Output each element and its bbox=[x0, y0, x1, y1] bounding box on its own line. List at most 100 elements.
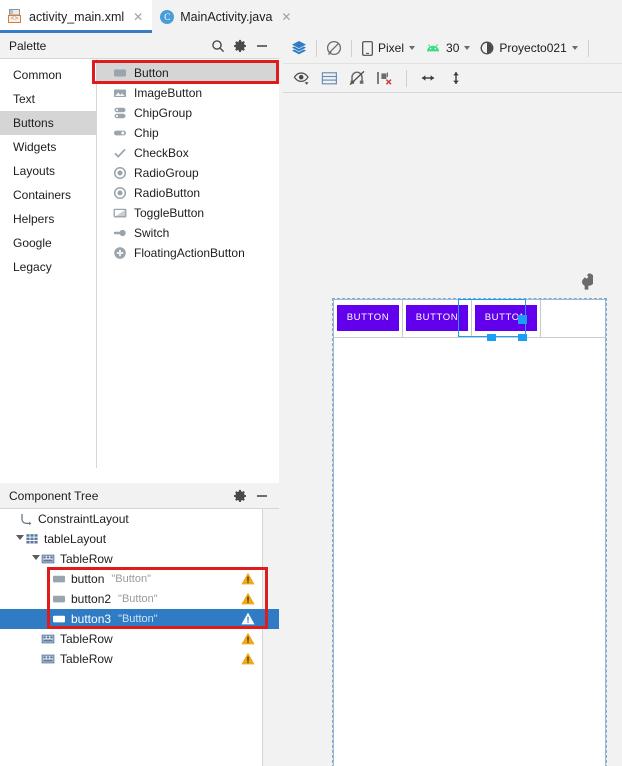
annotation-box-tree-buttons bbox=[47, 567, 268, 629]
preview-button-2[interactable]: BUTTON bbox=[406, 305, 468, 331]
floating-action-button-icon bbox=[113, 246, 127, 260]
palette-item-radiogroup[interactable]: RadioGroup bbox=[97, 163, 279, 183]
category-label: Text bbox=[13, 92, 36, 106]
palette-item-checkbox[interactable]: CheckBox bbox=[97, 143, 279, 163]
chevron-down-icon bbox=[571, 46, 578, 50]
minimize-icon[interactable] bbox=[251, 35, 273, 57]
palette-item-label: Chip bbox=[134, 126, 159, 140]
layers-icon[interactable] bbox=[287, 36, 311, 60]
design-canvas[interactable]: BUTTON BUTTON BUTTON bbox=[283, 93, 622, 766]
design-mode-icon[interactable] bbox=[322, 36, 346, 60]
radio-group-icon bbox=[113, 166, 127, 180]
gear-icon[interactable] bbox=[229, 35, 251, 57]
tree-node-label: TableRow bbox=[60, 552, 113, 566]
autoconnect-off-icon[interactable] bbox=[345, 66, 369, 90]
palette-item-label: Switch bbox=[134, 226, 170, 240]
checkbox-icon bbox=[113, 146, 127, 160]
component-tree-panel: Component Tree ConstraintLayout tableLay… bbox=[0, 483, 279, 766]
expand-horizontally-icon[interactable] bbox=[416, 66, 440, 90]
resize-handle-right[interactable] bbox=[518, 315, 527, 324]
palette-item-radiobutton[interactable]: RadioButton bbox=[97, 183, 279, 203]
theme-selector[interactable]: Proyecto021 bbox=[475, 36, 582, 60]
palette-item-label: ImageButton bbox=[134, 86, 203, 100]
category-label: Legacy bbox=[13, 260, 52, 274]
tab-close-icon[interactable]: ✕ bbox=[281, 11, 291, 23]
palette-category-helpers[interactable]: Helpers bbox=[0, 207, 96, 231]
table-cell-3[interactable]: BUTTON bbox=[472, 300, 541, 337]
table-row-preview: BUTTON BUTTON BUTTON bbox=[334, 300, 541, 337]
annotation-box-palette-button bbox=[92, 60, 279, 84]
chevron-down-icon[interactable] bbox=[14, 529, 25, 549]
palette-category-layouts[interactable]: Layouts bbox=[0, 159, 96, 183]
component-tree-header: Component Tree bbox=[0, 483, 279, 509]
tab-activity-main-xml[interactable]: <> activity_main.xml ✕ bbox=[0, 0, 153, 33]
chip-group-icon bbox=[113, 106, 127, 120]
gear-icon[interactable] bbox=[229, 485, 251, 507]
radio-button-icon bbox=[113, 186, 127, 200]
table-row-icon bbox=[41, 632, 55, 646]
switch-icon bbox=[113, 226, 127, 240]
api-level-selector[interactable]: 30 bbox=[420, 36, 475, 60]
tab-mainactivity-java[interactable]: C MainActivity.java ✕ bbox=[152, 0, 300, 33]
warning-icon[interactable] bbox=[241, 652, 255, 665]
palette-item-label: CheckBox bbox=[134, 146, 189, 160]
toolbar-separator bbox=[316, 39, 317, 57]
tree-node-constraintlayout[interactable]: ConstraintLayout bbox=[0, 509, 279, 529]
warning-icon[interactable] bbox=[241, 632, 255, 645]
design-toolbar-secondary bbox=[283, 64, 622, 93]
blueprint-icon[interactable] bbox=[317, 66, 341, 90]
palette-item-togglebutton[interactable]: ToggleButton bbox=[97, 203, 279, 223]
category-label: Containers bbox=[13, 188, 72, 202]
design-toolbar-primary: Pixel 30 Proyecto021 bbox=[283, 33, 622, 64]
palette-category-containers[interactable]: Containers bbox=[0, 183, 96, 207]
device-preview-frame[interactable]: BUTTON BUTTON BUTTON bbox=[332, 298, 607, 766]
palette-item-chip[interactable]: Chip bbox=[97, 123, 279, 143]
palette-category-common[interactable]: Common bbox=[0, 63, 96, 87]
clear-constraints-icon[interactable] bbox=[373, 66, 397, 90]
resize-handle-bottom-right[interactable] bbox=[518, 334, 527, 341]
preview-button-3[interactable]: BUTTON bbox=[475, 305, 537, 331]
palette-item-floatingactionbutton[interactable]: FloatingActionButton bbox=[97, 243, 279, 263]
theme-label: Proyecto021 bbox=[499, 41, 567, 55]
category-label: Widgets bbox=[13, 140, 57, 154]
design-surface: Pixel 30 Proyecto021 BUTTON BUTTON BUTTO… bbox=[283, 33, 622, 766]
theme-icon bbox=[480, 41, 494, 55]
category-label: Common bbox=[13, 68, 62, 82]
category-label: Google bbox=[13, 236, 52, 250]
tree-node-label: TableRow bbox=[60, 652, 113, 666]
palette-category-widgets[interactable]: Widgets bbox=[0, 135, 96, 159]
tree-expander-placeholder bbox=[30, 649, 41, 669]
chevron-down-icon[interactable] bbox=[30, 549, 41, 569]
palette-category-legacy[interactable]: Legacy bbox=[0, 255, 96, 279]
tab-close-icon[interactable]: ✕ bbox=[133, 11, 143, 23]
tree-node-tablerow-2[interactable]: TableRow bbox=[0, 629, 279, 649]
device-selector[interactable]: Pixel bbox=[357, 36, 420, 60]
search-icon[interactable] bbox=[207, 35, 229, 57]
minimize-icon[interactable] bbox=[251, 485, 273, 507]
chevron-down-icon bbox=[464, 46, 471, 50]
wrench-icon[interactable] bbox=[580, 273, 593, 290]
palette-item-chipgroup[interactable]: ChipGroup bbox=[97, 103, 279, 123]
palette-item-list: Button ImageButton ChipGroup Chip CheckB… bbox=[92, 59, 279, 468]
java-class-icon: C bbox=[160, 9, 175, 24]
phone-icon bbox=[362, 40, 373, 56]
table-row-icon bbox=[41, 552, 55, 566]
palette-category-buttons[interactable]: Buttons bbox=[0, 111, 96, 135]
table-cell-2[interactable]: BUTTON bbox=[403, 300, 472, 337]
palette-body: Common Text Buttons Widgets Layouts Cont… bbox=[0, 59, 279, 468]
tree-node-label: TableRow bbox=[60, 632, 113, 646]
expand-vertically-icon[interactable] bbox=[444, 66, 468, 90]
resize-handle-bottom[interactable] bbox=[487, 334, 496, 341]
tree-node-tablerow-1[interactable]: TableRow bbox=[0, 549, 279, 569]
palette-item-imagebutton[interactable]: ImageButton bbox=[97, 83, 279, 103]
palette-category-text[interactable]: Text bbox=[0, 87, 96, 111]
tree-node-tablelayout[interactable]: tableLayout bbox=[0, 529, 279, 549]
view-options-icon[interactable] bbox=[289, 66, 313, 90]
palette-category-list: Common Text Buttons Widgets Layouts Cont… bbox=[0, 59, 97, 468]
table-cell-1[interactable]: BUTTON bbox=[334, 300, 403, 337]
tree-node-tablerow-3[interactable]: TableRow bbox=[0, 649, 279, 669]
palette-category-google[interactable]: Google bbox=[0, 231, 96, 255]
palette-item-switch[interactable]: Switch bbox=[97, 223, 279, 243]
constraint-layout-icon bbox=[19, 512, 33, 526]
preview-button-1[interactable]: BUTTON bbox=[337, 305, 399, 331]
